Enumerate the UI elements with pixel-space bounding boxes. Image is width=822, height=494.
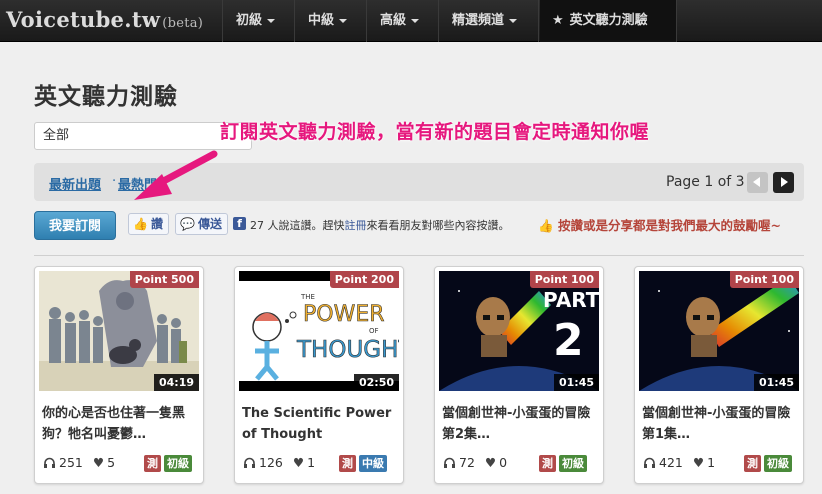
point-badge: Point 100 [529, 271, 599, 288]
chevron-down-icon [339, 18, 348, 23]
nav-advanced[interactable]: 高級 [368, 0, 431, 42]
nav-divider [366, 0, 367, 42]
nav-beginner[interactable]: 初級 [224, 0, 287, 42]
headphones-icon [44, 457, 55, 468]
group-illustration-icon [39, 280, 199, 391]
thumbnail-text: PART [543, 288, 599, 312]
video-title[interactable]: 當個創世神-小蛋蛋的冒險第1集… [642, 403, 800, 445]
point-badge: Point 100 [729, 271, 799, 288]
headphones-icon [444, 457, 455, 468]
nav-channels[interactable]: 精選頻道 [440, 0, 529, 42]
chevron-down-icon [509, 18, 518, 23]
video-thumbnail[interactable]: THE POWER OF THOUGHT Point 200 02:50 [239, 271, 399, 391]
level-badge: 初級 [764, 455, 792, 472]
heart-icon: ♥ [484, 455, 497, 470]
thumbnail-text: 2 [553, 315, 584, 366]
video-title[interactable]: 當個創世神-小蛋蛋的冒險第2集… [442, 403, 600, 445]
fb-register-link[interactable]: 註冊 [345, 219, 367, 232]
chevron-down-icon [411, 18, 420, 23]
fb-like-button[interactable]: 👍 讚 [128, 213, 169, 235]
nav-divider [676, 0, 677, 42]
card-stats: 126 ♥ 1 測 中級 [243, 454, 401, 474]
duration-label: 02:50 [353, 374, 399, 391]
nav-divider [222, 0, 223, 42]
point-badge: Point 500 [129, 271, 199, 288]
encourage-text: 👍 按讚或是分享都是對我們最大的鼓勵喔~ [538, 218, 781, 233]
level-badge: 中級 [359, 455, 387, 472]
video-thumbnail[interactable]: Point 500 04:19 [39, 271, 199, 391]
minecraft-egg-illustration-icon: PART 2 [439, 284, 599, 391]
thumbnail-text: THE [300, 293, 315, 301]
headphones-icon [644, 457, 655, 468]
sort-newest-link[interactable]: 最新出題 [49, 174, 101, 193]
site-logo[interactable]: Voicetube.tw (beta) [6, 7, 203, 32]
nav-divider [538, 0, 539, 42]
thumbnail-text: THOUGHT [296, 337, 399, 363]
prev-page-button[interactable] [747, 172, 768, 193]
level-badge: 初級 [164, 455, 192, 472]
next-page-button[interactable] [773, 172, 794, 193]
video-title[interactable]: 你的心是否也住著一隻黑狗？牠名叫憂鬱… [42, 403, 200, 445]
sort-separator: · [112, 174, 117, 189]
duration-label: 04:19 [153, 374, 199, 391]
facebook-icon: f [233, 217, 246, 230]
point-badge: Point 200 [329, 271, 399, 288]
fb-like-text: 27 人說這讚。趕快註冊來看看朋友對哪些內容按讚。 [250, 219, 510, 232]
arrow-right-icon [781, 177, 788, 187]
duration-label: 01:45 [553, 374, 599, 391]
chevron-down-icon [267, 18, 276, 23]
section-divider [34, 255, 804, 256]
nav-divider [294, 0, 295, 42]
power-of-thought-illustration-icon: THE POWER OF THOUGHT [239, 271, 399, 391]
test-badge: 測 [339, 455, 356, 472]
nav-listening-test[interactable]: ★ 英文聽力測驗 [540, 0, 676, 42]
thumbnail-text: POWER [303, 302, 385, 327]
navbar: Voicetube.tw (beta) 初級 中級 高級 精選頻道 ★ 英文聽力測驗 [0, 0, 822, 42]
card-stats: 421 ♥ 1 測 初級 [643, 454, 801, 474]
pagination-text: Page 1 of 3 [666, 174, 745, 190]
arrow-left-icon [753, 177, 760, 187]
test-badge: 測 [744, 455, 761, 472]
speech-bubble-icon: 💬 [180, 217, 195, 231]
test-badge: 測 [144, 455, 161, 472]
nav-intermediate[interactable]: 中級 [296, 0, 359, 42]
thumbnail-text: OF [369, 327, 379, 335]
subscribe-button[interactable]: 我要訂閱 [34, 211, 116, 240]
video-card[interactable]: Point 100 01:45 當個創世神-小蛋蛋的冒險第1集… 421 ♥ 1 … [634, 266, 804, 484]
card-stats: 251 ♥ 5 測 初級 [43, 454, 201, 474]
video-card[interactable]: Point 500 04:19 你的心是否也住著一隻黑狗？牠名叫憂鬱… 251 … [34, 266, 204, 484]
fb-send-button[interactable]: 💬 傳送 [175, 213, 228, 235]
video-card[interactable]: PART 2 Point 100 01:45 當個創世神-小蛋蛋的冒險第2集… … [434, 266, 604, 484]
card-stats: 72 ♥ 0 測 初級 [443, 454, 601, 474]
headphones-icon [244, 457, 255, 468]
video-card[interactable]: THE POWER OF THOUGHT Point 200 02:50 The… [234, 266, 404, 484]
like-icon: 👍 [538, 218, 554, 233]
page-title: 英文聽力測驗 [34, 84, 178, 110]
video-thumbnail[interactable]: Point 100 01:45 [639, 271, 799, 391]
level-badge: 初級 [559, 455, 587, 472]
annotation-text: 訂閱英文聽力測驗，當有新的題目會定時通知你喔 [220, 121, 650, 143]
heart-icon: ♥ [92, 455, 105, 470]
heart-icon: ♥ [692, 455, 705, 470]
minecraft-egg-illustration-icon [639, 277, 799, 391]
nav-divider [438, 0, 439, 42]
pointer-arrow-icon [134, 150, 218, 200]
heart-icon: ♥ [292, 455, 305, 470]
thumbs-up-icon: 👍 [133, 217, 148, 231]
duration-label: 01:45 [753, 374, 799, 391]
star-icon: ★ [552, 13, 564, 28]
video-thumbnail[interactable]: PART 2 Point 100 01:45 [439, 271, 599, 391]
video-title[interactable]: The Scientific Power of Thought [242, 403, 400, 445]
test-badge: 測 [539, 455, 556, 472]
